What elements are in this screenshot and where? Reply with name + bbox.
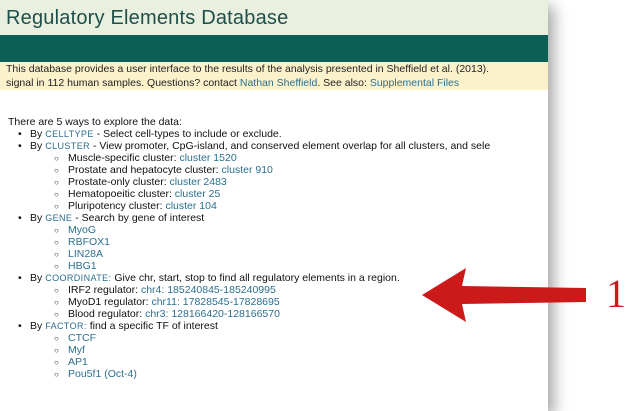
by-label: By bbox=[30, 140, 43, 152]
item-label: IRF2 regulator: bbox=[68, 284, 141, 296]
list-item: ○ Pluripotency cluster: cluster 104 bbox=[8, 200, 548, 212]
item-label: Pluripotency cluster: bbox=[68, 200, 166, 212]
coordinate-item-link[interactable]: chr3: 128166420-128166570 bbox=[145, 308, 280, 320]
bullet-icon: • bbox=[18, 212, 22, 224]
factor-item-link[interactable]: CTCF bbox=[68, 332, 96, 344]
callout-arrow-icon bbox=[422, 268, 586, 322]
gene-item-link[interactable]: HBG1 bbox=[68, 260, 97, 272]
list-item: ○ AP1 bbox=[8, 356, 548, 368]
database-page: Regulatory Elements Database This databa… bbox=[0, 0, 548, 411]
coordinate-link[interactable]: COORDINATE: bbox=[45, 273, 111, 283]
item-label: Blood regulator: bbox=[68, 308, 146, 320]
list-item: ○ Prostate and hepatocyte cluster: cluste… bbox=[8, 164, 548, 176]
by-label: By bbox=[30, 272, 43, 284]
list-item: ○ Prostate-only cluster: cluster 2483 bbox=[8, 176, 548, 188]
list-item: ○ MyoG bbox=[8, 224, 548, 236]
intro-line-1: This database provides a user interface … bbox=[6, 63, 490, 75]
cluster-item-link[interactable]: cluster 104 bbox=[165, 200, 216, 212]
section-cluster: • By CLUSTER - View promoter, CpG-island,… bbox=[8, 140, 548, 152]
main-content: There are 5 ways to explore the data: • B… bbox=[8, 116, 548, 380]
item-label: MyoD1 regulator: bbox=[68, 296, 152, 308]
factor-item-link[interactable]: Myf bbox=[68, 344, 85, 356]
intro-banner: This database provides a user interface … bbox=[0, 62, 548, 90]
cluster-desc: - View promoter, CpG-island, and conserv… bbox=[90, 140, 491, 152]
gene-item-link[interactable]: MyoG bbox=[68, 224, 96, 236]
intro-text: There are 5 ways to explore the data: bbox=[8, 116, 182, 128]
list-item: ○ Myf bbox=[8, 344, 548, 356]
celltype-desc: - Select cell-types to include or exclud… bbox=[93, 128, 282, 140]
factor-item-link[interactable]: Pou5f1 (Oct-4) bbox=[68, 368, 137, 380]
item-label: Muscle-specific cluster: bbox=[68, 152, 180, 164]
arrow-shape bbox=[422, 268, 586, 322]
list-item: ○ Muscle-specific cluster: cluster 1520 bbox=[8, 152, 548, 164]
coordinate-item-link[interactable]: chr11: 17828545-17828695 bbox=[151, 296, 279, 308]
circle-bullet-icon: ○ bbox=[54, 370, 59, 379]
section-gene: • By GENE - Search by gene of interest bbox=[8, 212, 548, 224]
callout-number: 1 bbox=[606, 271, 626, 316]
cluster-link[interactable]: CLUSTER bbox=[45, 141, 90, 151]
celltype-link[interactable]: CELLTYPE bbox=[45, 129, 94, 139]
list-item: ○ RBFOX1 bbox=[8, 236, 548, 248]
factor-desc: find a specific TF of interest bbox=[86, 320, 218, 332]
intro-line-2-text: signal in 112 human samples. Questions? … bbox=[6, 77, 240, 89]
cluster-item-link[interactable]: cluster 1520 bbox=[179, 152, 236, 164]
gene-link[interactable]: GENE bbox=[45, 213, 72, 223]
contact-link[interactable]: Nathan Sheffield bbox=[240, 77, 317, 89]
intro-line-2-mid: . See also: bbox=[317, 77, 370, 89]
cluster-item-link[interactable]: cluster 25 bbox=[175, 188, 221, 200]
gene-desc: - Search by gene of interest bbox=[72, 212, 205, 224]
factor-item-link[interactable]: AP1 bbox=[68, 356, 88, 368]
item-label: Hematopoeitic cluster: bbox=[68, 188, 175, 200]
by-label: By bbox=[30, 128, 43, 140]
cluster-item-link[interactable]: cluster 2483 bbox=[170, 176, 227, 188]
bullet-icon: • bbox=[18, 128, 22, 140]
cluster-item-link[interactable]: cluster 910 bbox=[222, 164, 273, 176]
list-item: ○ Hematopoeitic cluster: cluster 25 bbox=[8, 188, 548, 200]
item-label: Prostate and hepatocyte cluster: bbox=[68, 164, 222, 176]
list-item: ○ Pou5f1 (Oct-4) bbox=[8, 368, 548, 380]
supplemental-files-link[interactable]: Supplemental Files bbox=[370, 77, 459, 89]
item-label: Prostate-only cluster: bbox=[68, 176, 170, 188]
bullet-icon: • bbox=[18, 140, 22, 152]
list-item: ○ CTCF bbox=[8, 332, 548, 344]
factor-link[interactable]: FACTOR: bbox=[45, 321, 87, 331]
page-title: Regulatory Elements Database bbox=[6, 7, 289, 29]
by-label: By bbox=[30, 212, 43, 224]
gene-item-link[interactable]: RBFOX1 bbox=[68, 236, 110, 248]
gene-item-link[interactable]: LIN28A bbox=[68, 248, 103, 260]
section-celltype: • By CELLTYPE - Select cell-types to incl… bbox=[8, 128, 548, 140]
coordinate-desc: Give chr, start, stop to find all regula… bbox=[111, 272, 400, 284]
title-bar: Regulatory Elements Database bbox=[0, 0, 548, 35]
bullet-icon: • bbox=[18, 272, 22, 284]
intro-line-2: signal in 112 human samples. Questions? … bbox=[6, 76, 548, 90]
coordinate-item-link[interactable]: chr4: 185240845-185240995 bbox=[141, 284, 276, 296]
bullet-icon: • bbox=[18, 320, 22, 332]
header-band bbox=[0, 35, 548, 62]
by-label: By bbox=[30, 320, 43, 332]
